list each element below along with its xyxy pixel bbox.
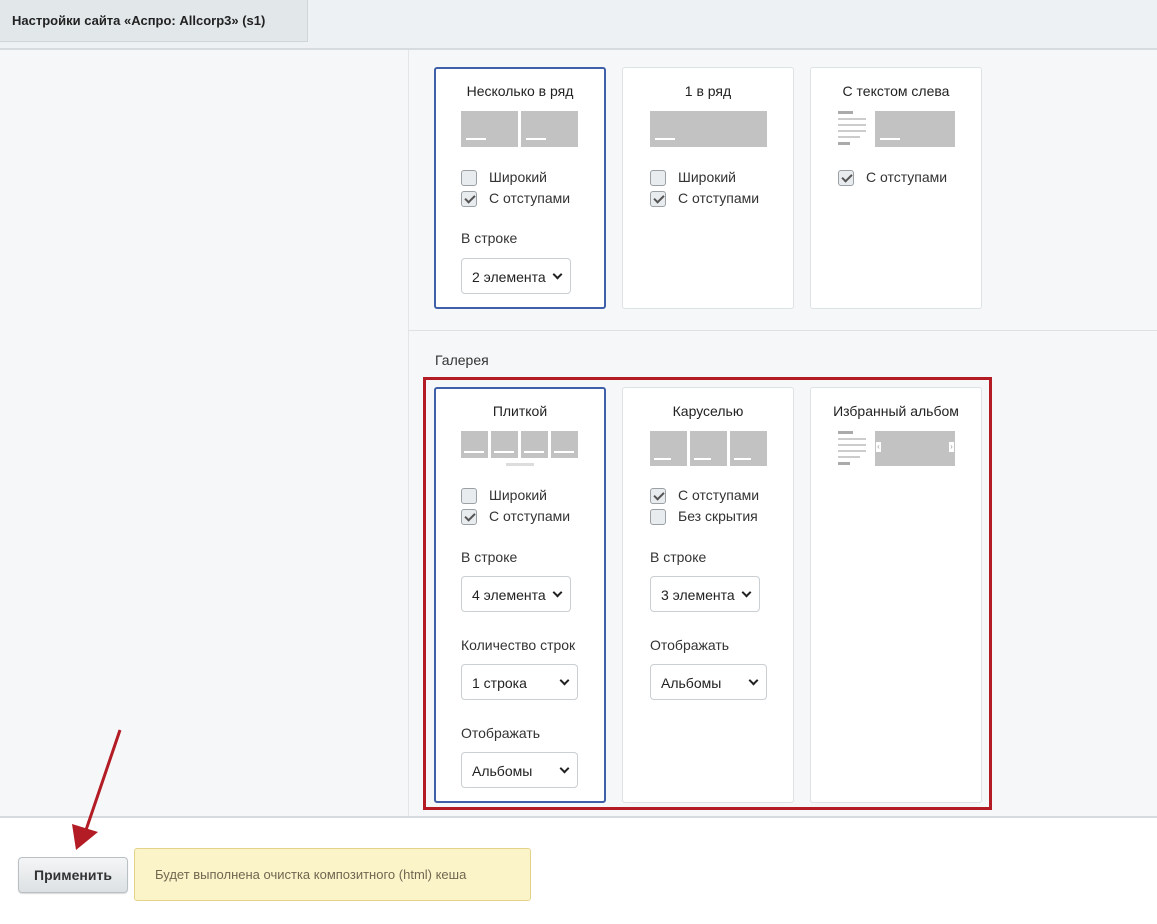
layout-card-single[interactable]: 1 в ряд Широкий С отступами (622, 67, 794, 309)
checkbox[interactable] (838, 170, 854, 186)
notice-text: Будет выполнена очистка композитного (ht… (155, 867, 467, 882)
layout-card-text-left[interactable]: С текстом слева С отступами (810, 67, 982, 309)
apply-button[interactable]: Применить (18, 857, 128, 893)
checkbox-label: С отступами (489, 190, 571, 206)
tab-bar: Настройки сайта «Аспро: Allcorp3» (s1) (0, 0, 1157, 50)
checkbox-label: С отступами (866, 169, 948, 185)
highlight-frame (423, 377, 992, 810)
tab-site-settings[interactable]: Настройки сайта «Аспро: Allcorp3» (s1) (0, 0, 308, 42)
checkbox[interactable] (461, 191, 477, 207)
card-title: 1 в ряд (684, 83, 732, 99)
select-value: 2 элемента (472, 269, 546, 285)
checkbox-label: Широкий (678, 169, 736, 185)
checkbox[interactable] (650, 191, 666, 207)
field-label: В строке (461, 230, 518, 246)
cache-notice: Будет выполнена очистка композитного (ht… (134, 848, 531, 901)
checkbox-label: С отступами (678, 190, 760, 206)
gallery-section-title: Галерея (435, 352, 489, 368)
section-divider (408, 330, 1157, 331)
layout-card-multiple[interactable]: Несколько в ряд Широкий С отступами В ст… (434, 67, 606, 309)
checkbox-label: Широкий (489, 169, 547, 185)
card-title: С текстом слева (842, 83, 950, 99)
left-panel (0, 50, 408, 816)
per-row-select[interactable]: 2 элемента (461, 258, 571, 294)
chevron-down-icon (552, 269, 563, 280)
checkbox[interactable] (650, 170, 666, 186)
tab-title: Настройки сайта «Аспро: Allcorp3» (s1) (12, 13, 266, 28)
card-title: Несколько в ряд (466, 83, 574, 99)
annotation-arrow-icon (72, 729, 122, 850)
checkbox[interactable] (461, 170, 477, 186)
